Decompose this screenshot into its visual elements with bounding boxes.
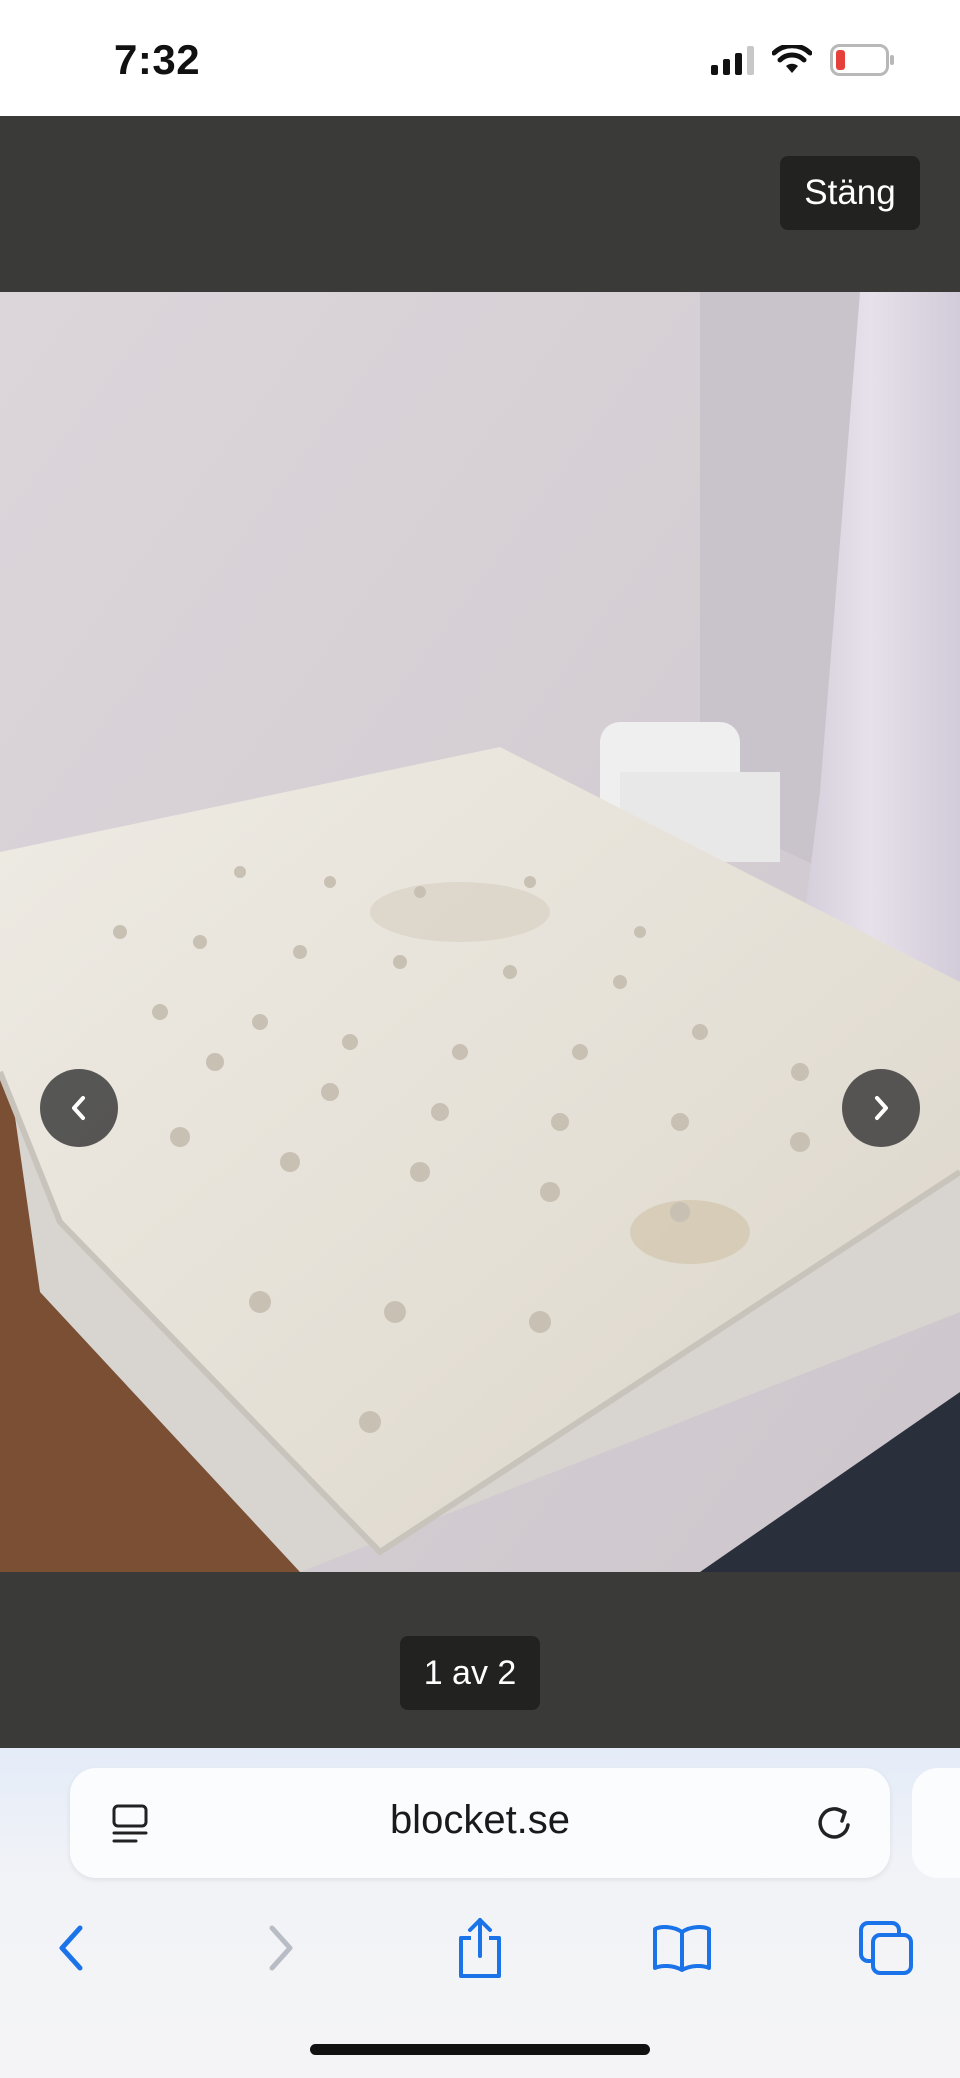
browser-chrome: blocket.se <box>0 1748 960 2078</box>
forward-button[interactable] <box>240 1908 320 1988</box>
status-icons <box>711 44 896 76</box>
next-image-button[interactable] <box>842 1069 920 1147</box>
chevron-right-icon <box>875 1096 888 1120</box>
reload-icon[interactable] <box>812 1801 856 1845</box>
chevron-left-icon <box>72 1096 85 1120</box>
image-viewer: Stäng 1 av 2 <box>0 116 960 1748</box>
back-icon <box>59 1925 83 1971</box>
image-counter: 1 av 2 <box>400 1636 540 1710</box>
back-button[interactable] <box>32 1908 112 1988</box>
tabs-icon <box>859 1921 913 1975</box>
url-text: blocket.se <box>389 1798 571 1842</box>
share-icon <box>459 1918 501 1978</box>
status-bar: 7:32 <box>0 0 960 116</box>
bookmarks-button[interactable] <box>642 1908 722 1988</box>
listing-photo <box>0 292 960 1572</box>
tabs-button[interactable] <box>846 1908 926 1988</box>
close-button[interactable]: Stäng <box>780 156 920 230</box>
share-button[interactable] <box>440 1908 520 1988</box>
battery-low-icon <box>830 44 894 76</box>
bookmarks-icon <box>653 1925 711 1972</box>
status-time: 7:32 <box>114 36 201 83</box>
wifi-icon <box>772 45 812 73</box>
home-indicator[interactable] <box>310 2044 650 2055</box>
address-bar[interactable]: blocket.se <box>70 1768 890 1878</box>
next-tab-preview[interactable] <box>912 1768 960 1878</box>
forward-icon <box>269 1925 293 1971</box>
mattress-photo-image <box>0 292 960 1572</box>
previous-image-button[interactable] <box>40 1069 118 1147</box>
cellular-signal-icon <box>711 45 754 75</box>
